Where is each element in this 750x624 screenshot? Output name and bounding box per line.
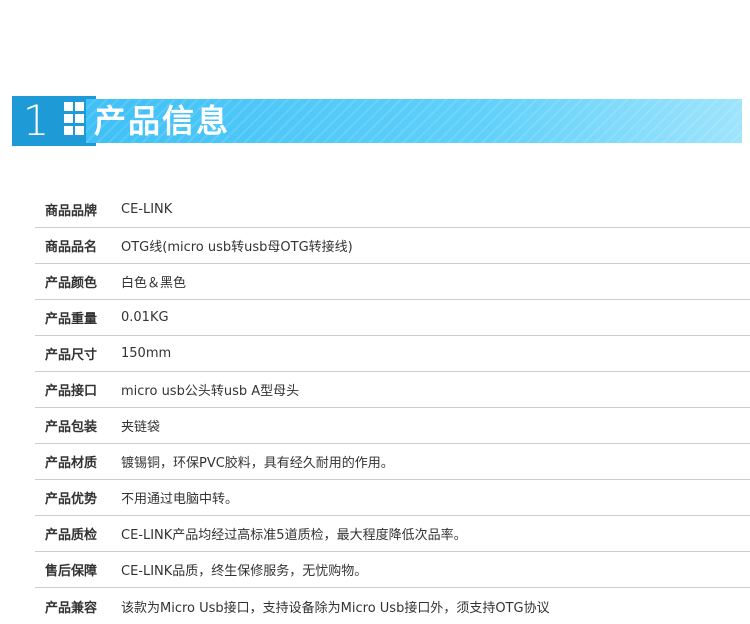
row-label: 产品优势 xyxy=(45,492,98,507)
row-value: CE-LINK品质，终生保修服务，无忧购物。 xyxy=(121,564,368,579)
row-label: 产品兼容 xyxy=(45,600,98,616)
row-label: 售后保障 xyxy=(45,564,98,579)
row-value: OTG线(micro usb转usb母OTG转接线) xyxy=(121,240,353,255)
row-value: micro usb公头转usb A型母头 xyxy=(121,384,300,399)
row-value: CE-LINK产品均经过高标准5道质检，最大程度降低次品率。 xyxy=(121,528,467,543)
section-banner: 1 产品信息 xyxy=(12,96,742,146)
table-row: 商品品名 OTG线(micro usb转usb母OTG转接线) xyxy=(35,228,750,264)
row-label: 产品颜色 xyxy=(45,276,98,291)
row-label: 产品材质 xyxy=(45,456,98,471)
row-label: 产品尺寸 xyxy=(45,348,98,363)
table-row: 产品材质 镀锡铜，环保PVC胶料，具有经久耐用的作用。 xyxy=(35,444,750,480)
table-row: 售后保障 CE-LINK品质，终生保修服务，无忧购物。 xyxy=(35,552,750,588)
row-label: 产品重量 xyxy=(45,312,98,327)
row-label: 商品品名 xyxy=(45,240,98,255)
row-label: 产品包装 xyxy=(45,420,98,435)
table-row: 商品品牌 CE-LINK xyxy=(35,192,750,228)
banner-title: 产品信息 xyxy=(94,102,231,140)
table-row: 产品颜色 白色＆黑色 xyxy=(35,264,750,300)
banner-number: 1 xyxy=(22,96,50,145)
row-label: 产品接口 xyxy=(45,384,98,399)
table-row: 产品包装 夹链袋 xyxy=(35,408,750,444)
row-value: 白色＆黑色 xyxy=(121,276,187,291)
row-label: 商品品牌 xyxy=(45,204,98,219)
table-row: 产品质检 CE-LINK产品均经过高标准5道质检，最大程度降低次品率。 xyxy=(35,516,750,552)
table-row: 产品兼容 该款为Micro Usb接口，支持设备除为Micro Usb接口外，须… xyxy=(35,588,750,624)
table-row: 产品优势 不用通过电脑中转。 xyxy=(35,480,750,516)
row-value: 150mm xyxy=(121,346,172,361)
table-row: 产品接口 micro usb公头转usb A型母头 xyxy=(35,372,750,408)
table-row: 产品重量 0.01KG xyxy=(35,300,750,336)
row-value: 镀锡铜，环保PVC胶料，具有经久耐用的作用。 xyxy=(121,456,394,471)
table-row: 产品尺寸 150mm xyxy=(35,336,750,372)
row-value: 0.01KG xyxy=(121,310,169,325)
row-value: 不用通过电脑中转。 xyxy=(121,492,239,507)
product-info-table: 商品品牌 CE-LINK 商品品名 OTG线(micro usb转usb母OTG… xyxy=(35,192,750,624)
row-value: 该款为Micro Usb接口，支持设备除为Micro Usb接口外，须支持OTG… xyxy=(121,600,550,616)
row-label: 产品质检 xyxy=(45,528,98,543)
row-value: CE-LINK xyxy=(121,202,173,217)
row-value: 夹链袋 xyxy=(121,420,161,435)
banner-number-block: 1 xyxy=(12,96,60,146)
